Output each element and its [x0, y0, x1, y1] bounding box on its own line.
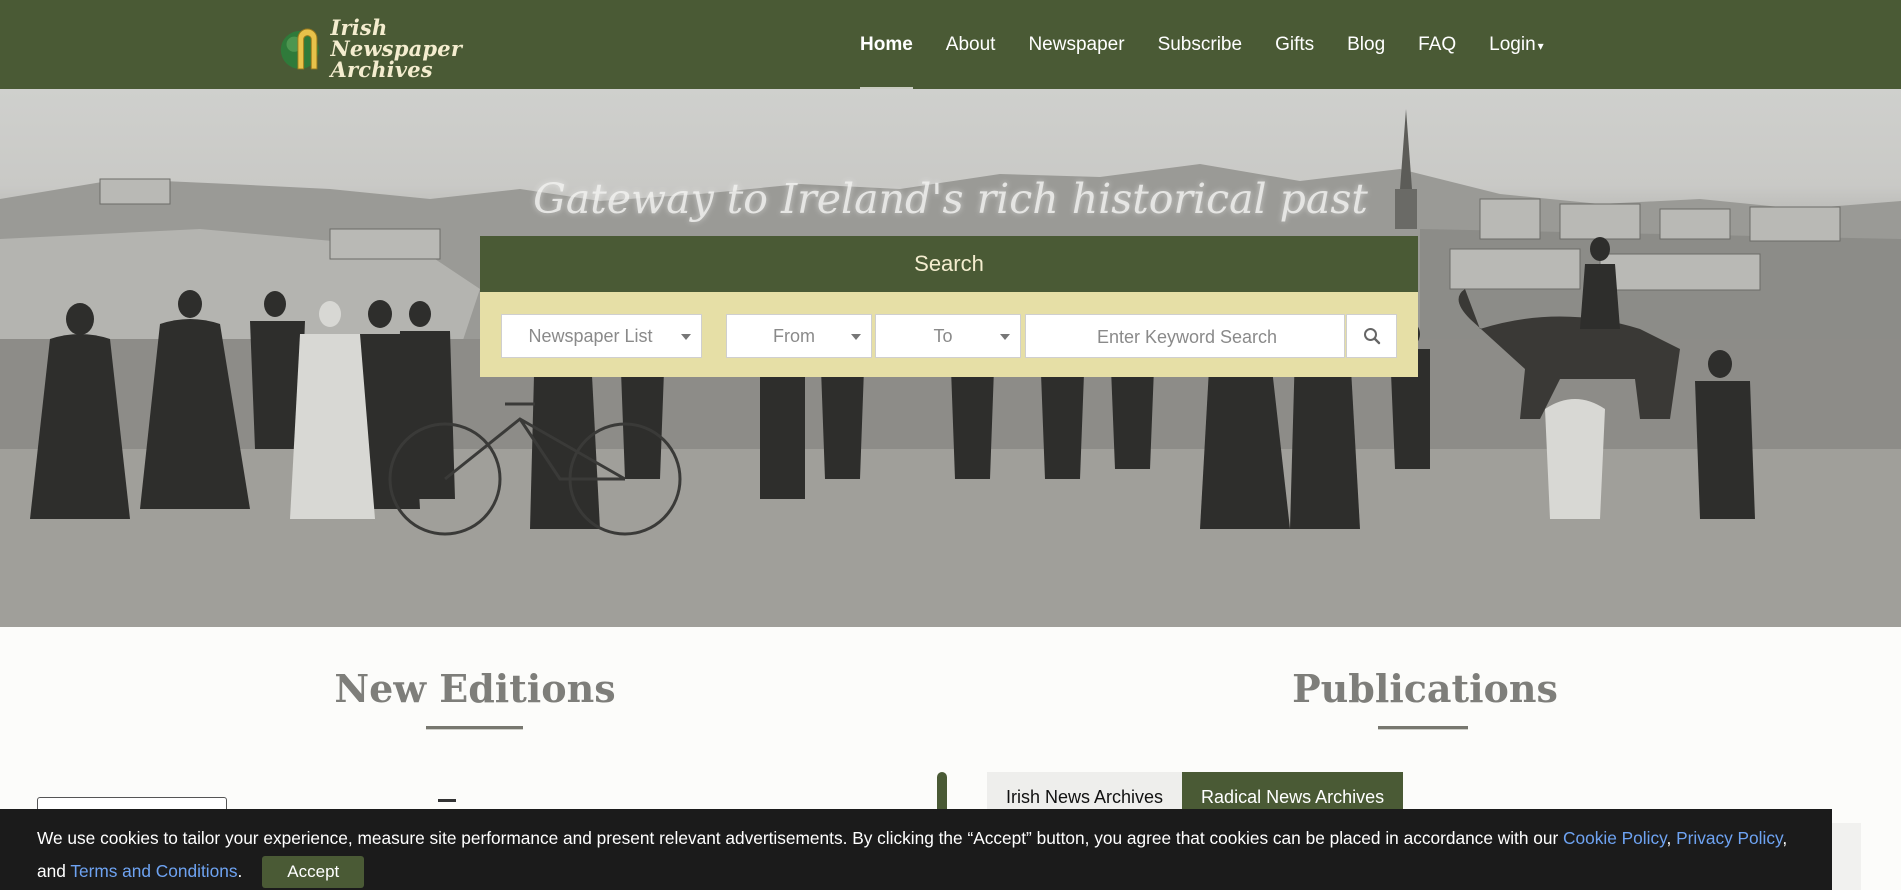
newspaper-list-select[interactable]: Newspaper List	[501, 314, 702, 358]
keyword-field	[1025, 314, 1348, 359]
nav-login[interactable]: Login ▾	[1489, 0, 1544, 89]
top-navbar: Irish Newspaper Archives Home About News…	[0, 0, 1901, 89]
from-year-select[interactable]: From	[726, 314, 872, 358]
logo-icon	[280, 28, 319, 70]
dropdown-arrow-icon	[851, 334, 861, 340]
search-button[interactable]	[1346, 314, 1397, 358]
hero-tagline: Gateway to Ireland's rich historical pas…	[533, 175, 1368, 223]
nav-blog[interactable]: Blog	[1347, 0, 1385, 89]
accept-cookies-button[interactable]: Accept	[262, 856, 365, 889]
cookie-period: .	[237, 861, 243, 881]
heading-underline	[1378, 726, 1468, 730]
search-panel: Search Newspaper List From To	[480, 236, 1418, 377]
logo-wordmark: Irish Newspaper Archives	[330, 14, 463, 82]
newspaper-list-label: Newspaper List	[528, 326, 653, 346]
nav-newspaper[interactable]: Newspaper	[1028, 0, 1124, 89]
dropdown-arrow-icon	[681, 334, 691, 340]
cookie-message: We use cookies to tailor your experience…	[37, 828, 1564, 848]
publications-heading: Publications	[1292, 666, 1558, 711]
nav-subscribe[interactable]: Subscribe	[1158, 0, 1243, 89]
nav-faq[interactable]: FAQ	[1418, 0, 1456, 89]
keyword-search-input[interactable]	[1026, 315, 1348, 359]
search-heading: Search	[480, 236, 1418, 292]
main-nav: Home About Newspaper Subscribe Gifts Blo…	[860, 0, 1577, 89]
nav-about[interactable]: About	[946, 0, 996, 89]
nav-home[interactable]: Home	[860, 0, 913, 89]
search-icon	[1363, 328, 1380, 345]
from-label: From	[773, 326, 815, 346]
nav-gifts[interactable]: Gifts	[1275, 0, 1314, 89]
heading-underline	[426, 726, 523, 730]
caret-down-icon: ▾	[1537, 39, 1544, 53]
search-form: Newspaper List From To	[480, 292, 1418, 377]
to-label: To	[933, 326, 953, 346]
new-editions-heading: New Editions	[334, 666, 616, 711]
to-year-select[interactable]: To	[875, 314, 1021, 358]
terms-link[interactable]: Terms and Conditions	[70, 861, 237, 881]
cookie-policy-link[interactable]: Cookie Policy	[1563, 828, 1666, 848]
cookie-separator: ,	[1666, 828, 1677, 848]
nav-login-label: Login	[1489, 34, 1536, 55]
privacy-policy-link[interactable]: Privacy Policy	[1676, 828, 1782, 848]
site-logo[interactable]: Irish Newspaper Archives	[277, 17, 517, 80]
cookie-banner: We use cookies to tailor your experience…	[0, 809, 1832, 890]
dropdown-arrow-icon	[1000, 334, 1010, 340]
